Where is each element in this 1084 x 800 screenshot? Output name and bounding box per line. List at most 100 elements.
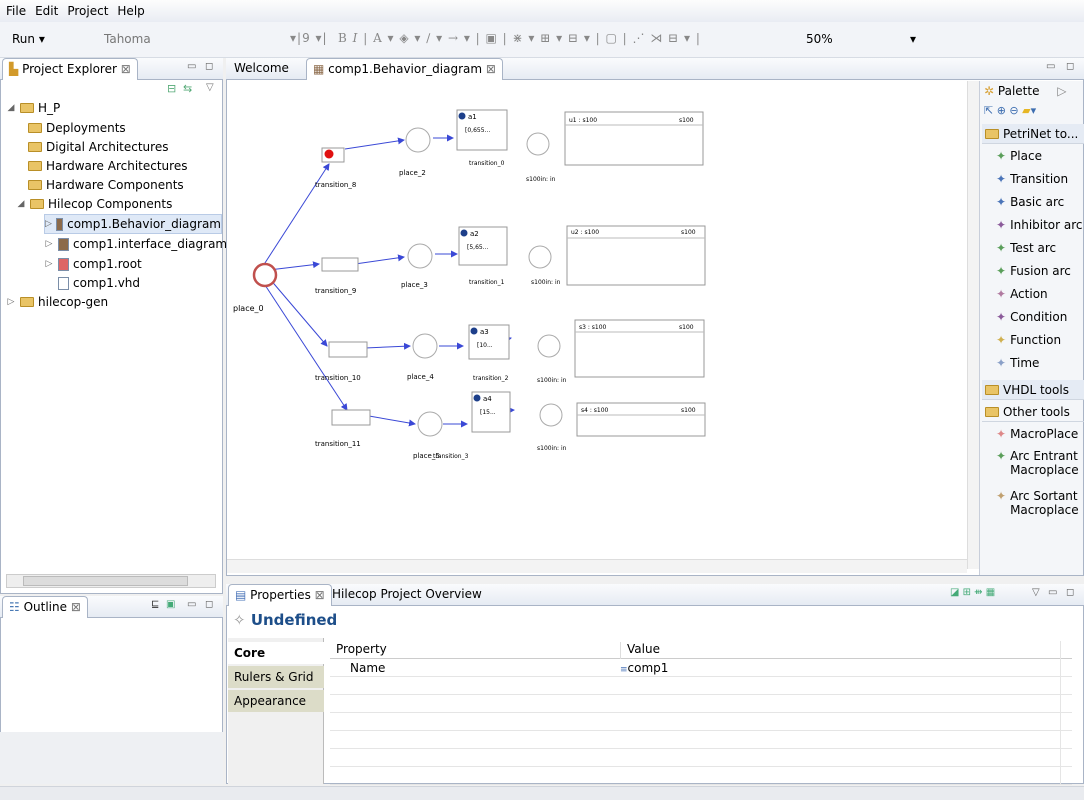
collapsed-arrow-icon[interactable]: ▷ — [44, 239, 54, 249]
tree-view-icon[interactable]: ⊑ — [151, 599, 159, 610]
view-menu-icon[interactable]: ▽ — [1032, 587, 1040, 598]
sidetab-core[interactable]: Core — [228, 642, 324, 664]
menu-edit[interactable]: Edit — [35, 4, 58, 18]
vertical-scrollbar[interactable] — [967, 81, 979, 569]
place-5[interactable] — [417, 411, 443, 437]
minimize-icon[interactable]: ▭ — [1046, 61, 1055, 72]
tree-item-behavior-diagram[interactable]: ▷ comp1.Behavior_diagram — [44, 214, 222, 234]
place-3[interactable] — [407, 243, 433, 269]
action-box-a3[interactable]: a3 [10... — [468, 324, 510, 360]
palette-other-header[interactable]: Other tools — [982, 402, 1084, 422]
component-u2[interactable]: u2 : s100 s100 — [566, 225, 706, 286]
minimize-icon[interactable]: ▭ — [187, 61, 196, 72]
diagram-canvas[interactable]: place_0 transition_8 transition_9 transi… — [227, 80, 967, 558]
palette-item-transition[interactable]: ✦ Transition — [996, 172, 1068, 186]
tree-item-label: Digital Architectures — [46, 140, 169, 154]
palette-item-macroplace[interactable]: ✦ MacroPlace — [996, 427, 1078, 441]
collapse-all-icon[interactable]: ⊟ — [167, 82, 176, 95]
palette-item-inhibitor-arc[interactable]: ✦ Inhibitor arc — [996, 218, 1083, 232]
place-2[interactable] — [405, 127, 431, 153]
editor-horizontal-scrollbar[interactable] — [227, 559, 967, 573]
table-row[interactable]: Name ≡comp1 — [330, 660, 1072, 677]
component-s4[interactable]: s4 : s100 s100 — [576, 402, 706, 437]
place-out-1[interactable] — [526, 132, 550, 156]
minimize-icon[interactable]: ▭ — [187, 599, 196, 610]
place-0[interactable] — [252, 262, 278, 288]
tree-item-root[interactable]: ▷ comp1.root — [44, 254, 142, 274]
palette-tools[interactable]: ⇱ ⊕ ⊖ ▰▾ — [984, 104, 1036, 117]
tab-welcome[interactable]: Welcome — [228, 58, 295, 80]
horizontal-scrollbar[interactable] — [6, 574, 216, 588]
collapsed-arrow-icon[interactable]: ▷ — [45, 219, 52, 229]
pin-icon[interactable]: ◪ ⊞ ⇻ ▦ — [950, 587, 995, 598]
maximize-icon[interactable]: ◻ — [205, 599, 213, 610]
place-4[interactable] — [412, 333, 438, 359]
action-box-a1[interactable]: a1 [0,655... — [456, 109, 508, 151]
collapsed-arrow-icon[interactable]: ▷ — [6, 297, 16, 307]
palette-item-arc-entrant[interactable]: ✦ Arc Entrant Macroplace — [996, 449, 1082, 477]
action-box-a4[interactable]: a4 [15... — [471, 391, 511, 433]
menu-file[interactable]: File — [6, 4, 26, 18]
palette-item-action[interactable]: ✦ Action — [996, 287, 1048, 301]
palette-item-basic-arc[interactable]: ✦ Basic arc — [996, 195, 1064, 209]
maximize-icon[interactable]: ◻ — [1066, 587, 1074, 598]
component-u1[interactable]: u1 : s100 s100 — [564, 111, 704, 166]
action-box-a2[interactable]: a2 [5,65... — [458, 226, 508, 266]
tab-outline[interactable]: ☷ Outline ⊠ — [2, 596, 88, 618]
transition-9[interactable] — [321, 257, 359, 272]
palette-item-function[interactable]: ✦ Function — [996, 333, 1061, 347]
place-out-2[interactable] — [528, 245, 552, 269]
palette-item-time[interactable]: ✦ Time — [996, 356, 1039, 370]
minimize-icon[interactable]: ▭ — [1048, 587, 1057, 598]
sidetab-rulers-grid[interactable]: Rulers & Grid — [228, 666, 324, 688]
run-button[interactable]: Run ▾ — [12, 32, 45, 46]
link-editor-icon[interactable]: ⇆ — [183, 82, 192, 95]
transition-10[interactable] — [328, 341, 368, 358]
property-value[interactable]: ≡comp1 — [620, 661, 668, 675]
transition-11[interactable] — [331, 409, 371, 426]
tree-item-h-p[interactable]: ◢ H_P — [6, 98, 61, 118]
tab-properties[interactable]: ▤ Properties ⊠ — [228, 584, 332, 606]
tab-behavior-diagram[interactable]: ▦ comp1.Behavior_diagram ⊠ — [306, 58, 503, 80]
overview-icon[interactable]: ▣ — [166, 599, 175, 610]
port-label-2: s100in: in — [531, 279, 561, 286]
palette-item-arc-sortant[interactable]: ✦ Arc Sortant Macroplace — [996, 489, 1082, 517]
font-size-combo[interactable]: ▾|9 ▾| — [290, 31, 328, 45]
palette-item-place[interactable]: ✦ Place — [996, 149, 1042, 163]
tree-item-hardware-architectures[interactable]: Hardware Architectures — [28, 156, 187, 176]
tree-item-digital-architectures[interactable]: Digital Architectures — [28, 137, 168, 157]
action-value: [15... — [480, 409, 496, 416]
menu-project[interactable]: Project — [67, 4, 108, 18]
maximize-icon[interactable]: ◻ — [1066, 61, 1074, 72]
action-name: a2 — [470, 230, 479, 238]
tab-project-explorer[interactable]: ▙ Project Explorer ⊠ — [2, 58, 138, 80]
tab-hilecop-overview[interactable]: Hilecop Project Overview — [326, 584, 488, 606]
zoom-combo[interactable]: 50% ▾ — [806, 32, 916, 46]
tree-item-label: comp1.root — [73, 257, 142, 271]
sidetab-appearance[interactable]: Appearance — [228, 690, 324, 712]
palette-item-condition[interactable]: ✦ Condition — [996, 310, 1067, 324]
menu-help[interactable]: Help — [117, 4, 144, 18]
maximize-icon[interactable]: ◻ — [205, 61, 213, 72]
collapsed-arrow-icon[interactable]: ▷ — [44, 259, 54, 269]
expanded-arrow-icon[interactable]: ◢ — [6, 103, 16, 113]
format-toolbar-icons[interactable]: B I | A ▾ ◈ ▾ ∕ ▾ → ▾ | ▣ | ⋇ ▾ ⊞ ▾ ⊟ ▾ … — [338, 31, 701, 45]
tree-item-interface-diagram[interactable]: ▷ comp1.interface_diagram — [44, 234, 228, 254]
place-out-3[interactable] — [537, 334, 561, 358]
tree-item-vhd[interactable]: comp1.vhd — [58, 273, 140, 293]
palette-item-test-arc[interactable]: ✦ Test arc — [996, 241, 1056, 255]
tree-item-deployments[interactable]: Deployments — [28, 118, 126, 138]
place-out-4[interactable] — [539, 403, 563, 427]
action-name: a3 — [480, 328, 489, 336]
component-s3[interactable]: s3 : s100 s100 — [574, 319, 705, 378]
tree-item-hilecop-components[interactable]: ◢ Hilecop Components — [16, 194, 173, 214]
tree-item-hilecop-gen[interactable]: ▷ hilecop-gen — [6, 292, 109, 312]
view-menu-icon[interactable]: ▽ — [206, 82, 214, 93]
font-name-combo[interactable]: Tahoma — [104, 32, 151, 46]
expanded-arrow-icon[interactable]: ◢ — [16, 199, 26, 209]
tree-item-hardware-components[interactable]: Hardware Components — [28, 175, 184, 195]
palette-vhdl-header[interactable]: VHDL tools — [982, 380, 1084, 400]
palette-item-fusion-arc[interactable]: ✦ Fusion arc — [996, 264, 1071, 278]
place-3-label: place_3 — [401, 281, 428, 289]
palette-petrinet-header[interactable]: PetriNet to... — [982, 124, 1084, 144]
